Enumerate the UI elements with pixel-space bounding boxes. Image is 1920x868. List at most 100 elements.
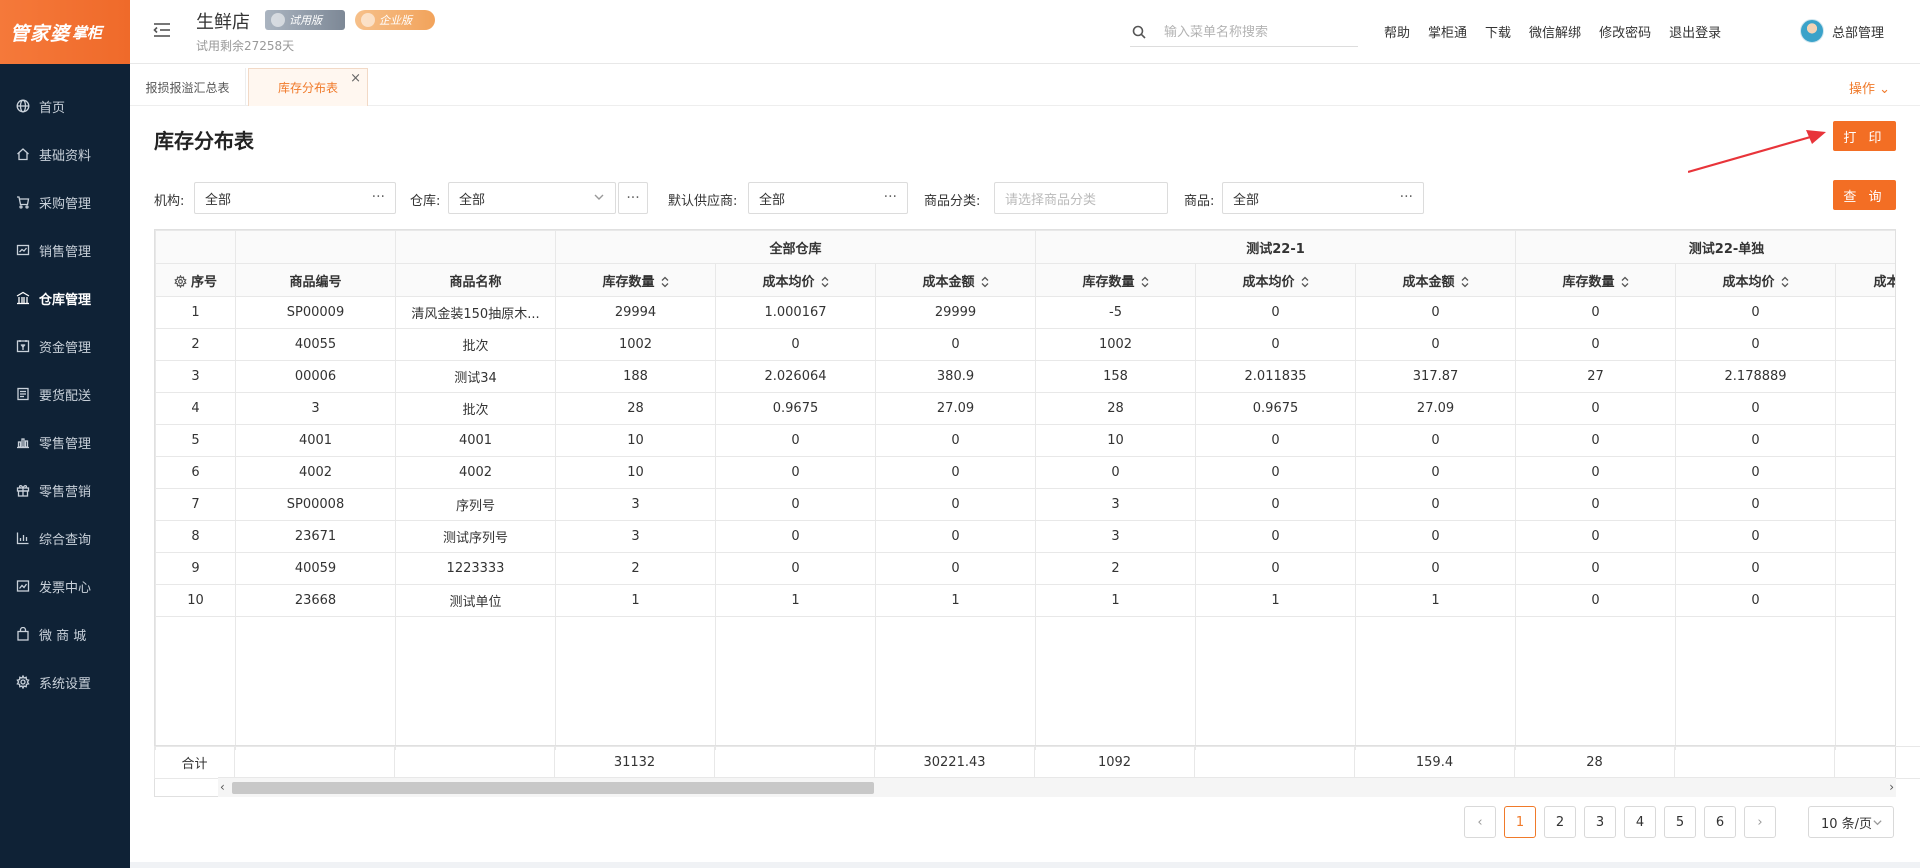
column-settings-icon[interactable] bbox=[174, 274, 187, 288]
table-row[interactable]: 1 SP00009 清风金装150抽原木... 29994 1.000167 29999-… bbox=[155, 296, 1895, 329]
sidebar-item-8[interactable]: 零售营销 bbox=[0, 466, 130, 514]
category-select[interactable]: 请选择商品分类 bbox=[994, 182, 1168, 214]
totals-cell: 30221.43 bbox=[874, 746, 1035, 779]
table-cell: 1002 bbox=[555, 328, 716, 361]
column-header-6[interactable]: 库存数量 bbox=[1035, 263, 1197, 297]
column-header-0[interactable]: 序号 bbox=[155, 263, 236, 297]
home-icon bbox=[16, 147, 30, 161]
sidebar-item-6[interactable]: 要货配送 bbox=[0, 370, 130, 418]
tab-inventory-distribution[interactable]: 库存分布表 × bbox=[248, 68, 368, 106]
close-icon[interactable]: × bbox=[350, 71, 361, 86]
sort-icon[interactable] bbox=[1621, 276, 1629, 288]
column-header-label: 成本金额 bbox=[922, 274, 975, 290]
org-select[interactable]: 全部 ··· bbox=[194, 182, 396, 214]
column-header-10[interactable]: 成本均价 bbox=[1675, 263, 1837, 297]
column-header-9[interactable]: 库存数量 bbox=[1515, 263, 1677, 297]
column-header-4[interactable]: 成本均价 bbox=[715, 263, 876, 297]
table-cell: 0 bbox=[1195, 552, 1357, 585]
table-cell: 0 bbox=[1515, 424, 1677, 457]
operations-dropdown[interactable]: 操作 ⌄ bbox=[1849, 78, 1890, 97]
sort-icon[interactable] bbox=[661, 276, 669, 288]
prev-page-button[interactable]: ‹ bbox=[1464, 806, 1496, 838]
query-button[interactable]: 查 询 bbox=[1833, 180, 1896, 210]
page-button-6[interactable]: 6 bbox=[1704, 806, 1736, 838]
supplier-label: 默认供应商: bbox=[668, 194, 738, 209]
horizontal-scrollbar[interactable]: ‹ › bbox=[218, 777, 1896, 797]
page-button-5[interactable]: 5 bbox=[1664, 806, 1696, 838]
warehouse-more-button[interactable]: ··· bbox=[618, 182, 648, 214]
sidebar-item-11[interactable]: 微 商 城 bbox=[0, 610, 130, 658]
table-cell: 2 bbox=[1035, 552, 1197, 585]
logo-main-text: 管家婆 bbox=[10, 22, 71, 45]
sidebar-item-9[interactable]: 综合查询 bbox=[0, 514, 130, 562]
avatar[interactable] bbox=[1800, 19, 1824, 43]
sidebar-item-1[interactable]: 基础资料 bbox=[0, 130, 130, 178]
table-row[interactable]: 7 SP00008 序列号 3 0 0 3 0 0 0 0 bbox=[155, 488, 1895, 521]
product-select[interactable]: 全部 ··· bbox=[1222, 182, 1424, 214]
sidebar-item-0[interactable]: 首页 bbox=[0, 82, 130, 130]
table-row[interactable]: 4 3 批次 28 0.9675 27.09 28 0.9675 27.09 0 0 bbox=[155, 392, 1895, 425]
column-header-label: 成本 bbox=[1873, 274, 1895, 290]
header-link-3[interactable]: 微信解绑 bbox=[1529, 22, 1581, 41]
menu-collapse-icon[interactable] bbox=[152, 20, 172, 40]
sort-icon[interactable] bbox=[1141, 276, 1149, 288]
column-header-5[interactable]: 成本金额 bbox=[874, 263, 1037, 297]
page-button-4[interactable]: 4 bbox=[1624, 806, 1656, 838]
page-button-3[interactable]: 3 bbox=[1584, 806, 1616, 838]
tab-damage-summary[interactable]: 报损报溢汇总表 bbox=[130, 68, 246, 106]
sidebar-item-7[interactable]: 零售管理 bbox=[0, 418, 130, 466]
warehouse-select[interactable]: 全部 bbox=[448, 182, 616, 214]
scrollbar-thumb[interactable] bbox=[232, 782, 874, 794]
table-cell: 0 bbox=[1355, 552, 1517, 585]
header-link-0[interactable]: 帮助 bbox=[1384, 22, 1410, 41]
column-header-11[interactable]: 成本 bbox=[1835, 263, 1895, 297]
search-icon[interactable] bbox=[1132, 25, 1148, 41]
header-link-5[interactable]: 退出登录 bbox=[1669, 22, 1721, 41]
sidebar-item-3[interactable]: 销售管理 bbox=[0, 226, 130, 274]
scroll-left-icon[interactable]: ‹ bbox=[220, 780, 225, 794]
header-link-1[interactable]: 掌柜通 bbox=[1428, 22, 1467, 41]
page-button-2[interactable]: 2 bbox=[1544, 806, 1576, 838]
sidebar-item-12[interactable]: 系统设置 bbox=[0, 658, 130, 706]
sort-icon[interactable] bbox=[1301, 276, 1309, 288]
table-cell: 4 bbox=[155, 392, 236, 425]
column-header-2[interactable]: 商品名称 bbox=[395, 263, 556, 297]
table-cell: 2.011835 bbox=[1195, 360, 1357, 393]
table-cell: 29994 bbox=[555, 296, 716, 329]
search-input[interactable] bbox=[1164, 25, 1354, 40]
print-button[interactable]: 打 印 bbox=[1833, 121, 1896, 151]
table-row[interactable]: 5 4001 4001 10 0 0 10 0 0 0 0 bbox=[155, 424, 1895, 457]
sort-icon[interactable] bbox=[821, 276, 829, 288]
column-header-3[interactable]: 库存数量 bbox=[555, 263, 716, 297]
table-row[interactable]: 2 40055 批次 1002 0 0 1002 0 0 0 0 bbox=[155, 328, 1895, 361]
column-header-1[interactable]: 商品编号 bbox=[235, 263, 396, 297]
table-row[interactable]: 6 4002 4002 10 0 0 0 0 0 0 0 bbox=[155, 456, 1895, 489]
table-row[interactable]: 8 23671 测试序列号 3 0 0 3 0 0 0 0 bbox=[155, 520, 1895, 553]
header-link-2[interactable]: 下载 bbox=[1485, 22, 1511, 41]
header-link-4[interactable]: 修改密码 bbox=[1599, 22, 1651, 41]
sidebar-item-4[interactable]: 仓库管理 bbox=[0, 274, 130, 322]
table-cell: 1002 bbox=[1035, 328, 1197, 361]
supplier-select[interactable]: 全部 ··· bbox=[748, 182, 908, 214]
page-button-1[interactable]: 1 bbox=[1504, 806, 1536, 838]
scroll-right-icon[interactable]: › bbox=[1889, 780, 1894, 794]
sort-icon[interactable] bbox=[1461, 276, 1469, 288]
table-cell: 1223333 bbox=[395, 552, 556, 585]
table-row[interactable]: 9 40059 1223333 2 0 0 2 0 0 0 0 bbox=[155, 552, 1895, 585]
table-row[interactable]: 3 00006 测试34 188 2.026064 380.9 158 2.011835 317… bbox=[155, 360, 1895, 393]
sidebar-item-10[interactable]: 发票中心 bbox=[0, 562, 130, 610]
table-cell: 00006 bbox=[235, 360, 396, 393]
column-header-7[interactable]: 成本均价 bbox=[1195, 263, 1357, 297]
sidebar-item-5[interactable]: 资金管理 bbox=[0, 322, 130, 370]
user-menu[interactable]: 总部管理 bbox=[1800, 19, 1884, 43]
next-page-button[interactable]: › bbox=[1744, 806, 1776, 838]
sort-icon[interactable] bbox=[1781, 276, 1789, 288]
sort-icon[interactable] bbox=[981, 276, 989, 288]
column-header-8[interactable]: 成本金额 bbox=[1355, 263, 1517, 297]
table-cell: 0 bbox=[1035, 456, 1197, 489]
page-size-select[interactable]: 10 条/页 bbox=[1808, 806, 1894, 838]
table-cell: 29999 bbox=[874, 296, 1037, 329]
sidebar-item-2[interactable]: 采购管理 bbox=[0, 178, 130, 226]
app-logo[interactable]: 管家婆 掌柜 bbox=[0, 0, 130, 64]
table-row[interactable]: 10 23668 测试单位 1 1 1 1 1 1 0 0 bbox=[155, 584, 1895, 617]
